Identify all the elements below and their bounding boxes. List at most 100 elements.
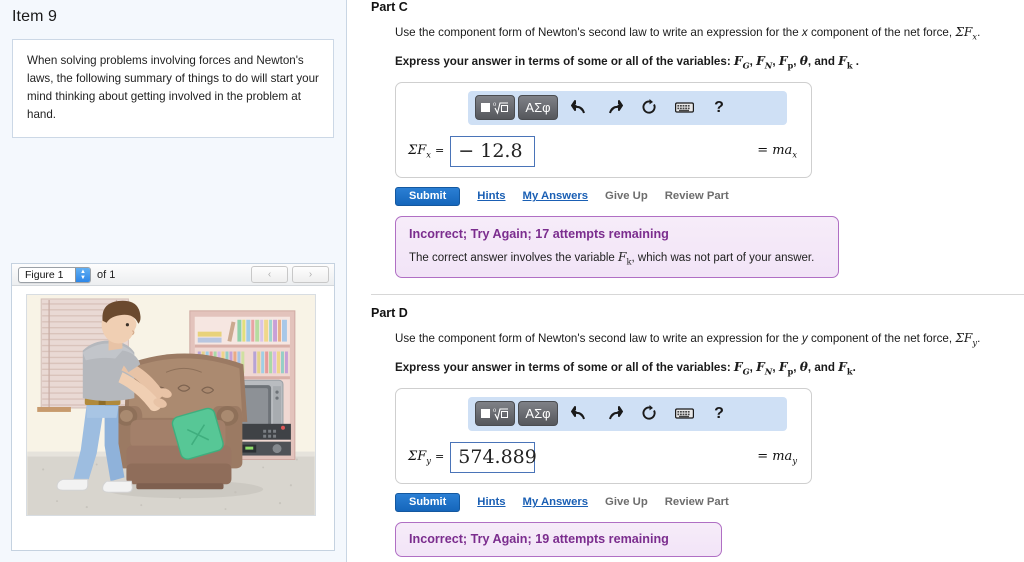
figure-prev-button[interactable]: ‹ xyxy=(251,266,288,283)
part-d-give-up-link[interactable]: Give Up xyxy=(605,496,648,508)
part-d-answer-input[interactable]: 574.889 xyxy=(450,441,537,473)
problem-page: Item 9 When solving problems involving f… xyxy=(0,0,1024,562)
part-d-rhs-sub: y xyxy=(792,455,797,466)
part-d-answer-card: 0 ΑΣφ ? ΣFy = 574.889 = may xyxy=(395,387,812,484)
part-c-lhs-symbol: ΣF xyxy=(408,142,427,158)
square-glyph-icon xyxy=(481,409,490,419)
greek-letters-button[interactable]: ΑΣφ xyxy=(518,401,558,427)
figure-image-wrap xyxy=(12,286,334,516)
undo-icon[interactable] xyxy=(565,95,593,121)
part-d-express-line: Express your answer in terms of some or … xyxy=(395,360,856,377)
main-content: Part C Use the component form of Newton'… xyxy=(347,0,1024,562)
part-c-review-part-link[interactable]: Review Part xyxy=(665,190,729,202)
part-c-express-suffix: . xyxy=(852,54,860,68)
part-c-answer-row: ΣFx = − 12.8 = max xyxy=(406,135,801,167)
part-d-lhs-sub: y xyxy=(426,455,431,466)
figure-toolbar: Figure 1 ▲ ▼ of 1 ‹ › xyxy=(12,264,334,286)
part-c-section: Part C Use the component form of Newton'… xyxy=(371,0,1024,279)
part-d-express-suffix: . xyxy=(852,361,856,375)
part-c-net-force-symbol: ΣF xyxy=(955,25,973,39)
redo-icon[interactable] xyxy=(600,95,628,121)
part-divider xyxy=(371,294,1024,296)
part-d-feedback-title: Incorrect; Try Again; 19 attempts remain… xyxy=(409,531,669,546)
part-c-feedback-title: Incorrect; Try Again; 17 attempts remain… xyxy=(409,226,669,241)
template-button[interactable]: 0 xyxy=(475,401,515,427)
greek-letters-button[interactable]: ΑΣφ xyxy=(518,95,558,121)
keyboard-icon[interactable] xyxy=(670,401,698,427)
figure-select-label: Figure 1 xyxy=(25,268,64,281)
part-c-rhs-label: = max xyxy=(757,143,801,160)
reset-icon[interactable] xyxy=(635,401,663,427)
part-c-answer-card: 0 ΑΣφ ? ΣFx = − 12.8 = max xyxy=(395,81,812,178)
part-d-express-prefix: Express your answer in terms of some or … xyxy=(395,361,734,375)
part-d-answer-row: ΣFy = 574.889 = may xyxy=(406,441,801,473)
part-d-equals: = xyxy=(435,450,445,464)
figure-nav: ‹ › xyxy=(251,266,329,283)
part-c-feedback-body: The correct answer involves the variable… xyxy=(409,250,825,266)
part-d-my-answers-link[interactable]: My Answers xyxy=(523,496,589,508)
part-d-lhs-label: ΣFy = xyxy=(408,449,450,466)
figure-next-button[interactable]: › xyxy=(292,266,329,283)
part-d-question-prefix: Use the component form of Newton's secon… xyxy=(395,332,802,346)
redo-icon[interactable] xyxy=(600,401,628,427)
part-c-lhs-label: ΣFx = xyxy=(408,143,450,160)
part-d-question-middle: component of the net force, xyxy=(807,332,956,346)
undo-icon[interactable] xyxy=(565,401,593,427)
part-d-lhs-symbol: ΣF xyxy=(408,449,427,465)
sidebar: Item 9 When solving problems involving f… xyxy=(0,0,347,562)
intro-text: When solving problems involving forces a… xyxy=(27,54,319,121)
part-c-equals: = xyxy=(435,143,445,157)
part-c-hints-link[interactable]: Hints xyxy=(477,190,505,202)
part-c-actions: Submit Hints My Answers Give Up Review P… xyxy=(395,186,1024,206)
template-button[interactable]: 0 xyxy=(475,95,515,121)
part-c-math-toolbar: 0 ΑΣφ ? xyxy=(468,90,787,125)
chevron-updown-icon[interactable]: ▲ ▼ xyxy=(75,267,90,282)
part-d-hints-link[interactable]: Hints xyxy=(477,496,505,508)
part-d-submit-button[interactable]: Submit xyxy=(395,492,461,512)
help-icon[interactable]: ? xyxy=(705,95,733,121)
part-c-answer-input[interactable]: − 12.8 xyxy=(450,135,536,167)
part-c-my-answers-link[interactable]: My Answers xyxy=(523,190,589,202)
svg-text:0: 0 xyxy=(493,408,496,414)
part-c-feedback-body-suffix: , which was not part of your answer. xyxy=(631,251,815,264)
part-c-rhs-text: = ma xyxy=(757,142,793,158)
part-c-rhs-sub: x xyxy=(792,149,797,160)
part-c-question-middle: component of the net force, xyxy=(807,26,956,39)
part-c-express-prefix: Express your answer in terms of some or … xyxy=(395,54,734,68)
part-c-question-prefix: Use the component form of Newton's secon… xyxy=(395,26,802,39)
part-d-rhs-text: = ma xyxy=(757,449,793,465)
part-c-give-up-link[interactable]: Give Up xyxy=(605,190,648,202)
reset-icon[interactable] xyxy=(635,95,663,121)
part-c-question: Use the component form of Newton's secon… xyxy=(395,23,1024,43)
keyboard-icon[interactable] xyxy=(670,95,698,121)
svg-text:0: 0 xyxy=(493,102,496,108)
part-d-question-suffix: . xyxy=(977,332,981,346)
part-c-lhs-sub: x xyxy=(426,149,431,160)
square-glyph-icon xyxy=(481,103,490,113)
intro-text-box: When solving problems involving forces a… xyxy=(12,39,334,138)
part-c-submit-button[interactable]: Submit xyxy=(395,186,461,206)
part-c-feedback: Incorrect; Try Again; 17 attempts remain… xyxy=(395,215,839,279)
part-c-heading: Part C xyxy=(371,0,408,14)
part-c-feedback-body-prefix: The correct answer involves the variable xyxy=(409,251,619,264)
part-d-review-part-link[interactable]: Review Part xyxy=(665,496,729,508)
figure-illustration xyxy=(26,294,316,516)
part-d-math-toolbar: 0 ΑΣφ ? xyxy=(468,396,787,431)
nth-root-icon: 0 xyxy=(493,102,508,115)
figure-panel-bottom-divider xyxy=(11,550,335,551)
part-d-heading: Part D xyxy=(371,306,408,321)
part-d-actions: Submit Hints My Answers Give Up Review P… xyxy=(395,492,1024,512)
nth-root-icon: 0 xyxy=(493,408,508,421)
part-c-express-line: Express your answer in terms of some or … xyxy=(395,53,860,71)
part-c-question-suffix: . xyxy=(977,26,981,39)
help-icon[interactable]: ? xyxy=(705,401,733,427)
part-d-feedback: Incorrect; Try Again; 19 attempts remain… xyxy=(395,521,722,557)
figure-panel: Figure 1 ▲ ▼ of 1 ‹ › xyxy=(11,263,335,551)
figure-count-label: of 1 xyxy=(97,268,116,281)
part-d-question: Use the component form of Newton's secon… xyxy=(395,329,1024,349)
part-d-rhs-label: = may xyxy=(757,449,801,466)
figure-select[interactable]: Figure 1 ▲ ▼ xyxy=(18,266,91,283)
part-d-section: Part D Use the component form of Newton'… xyxy=(371,306,1024,557)
page-title: Item 9 xyxy=(12,8,58,25)
part-d-net-force-symbol: ΣF xyxy=(955,331,973,346)
